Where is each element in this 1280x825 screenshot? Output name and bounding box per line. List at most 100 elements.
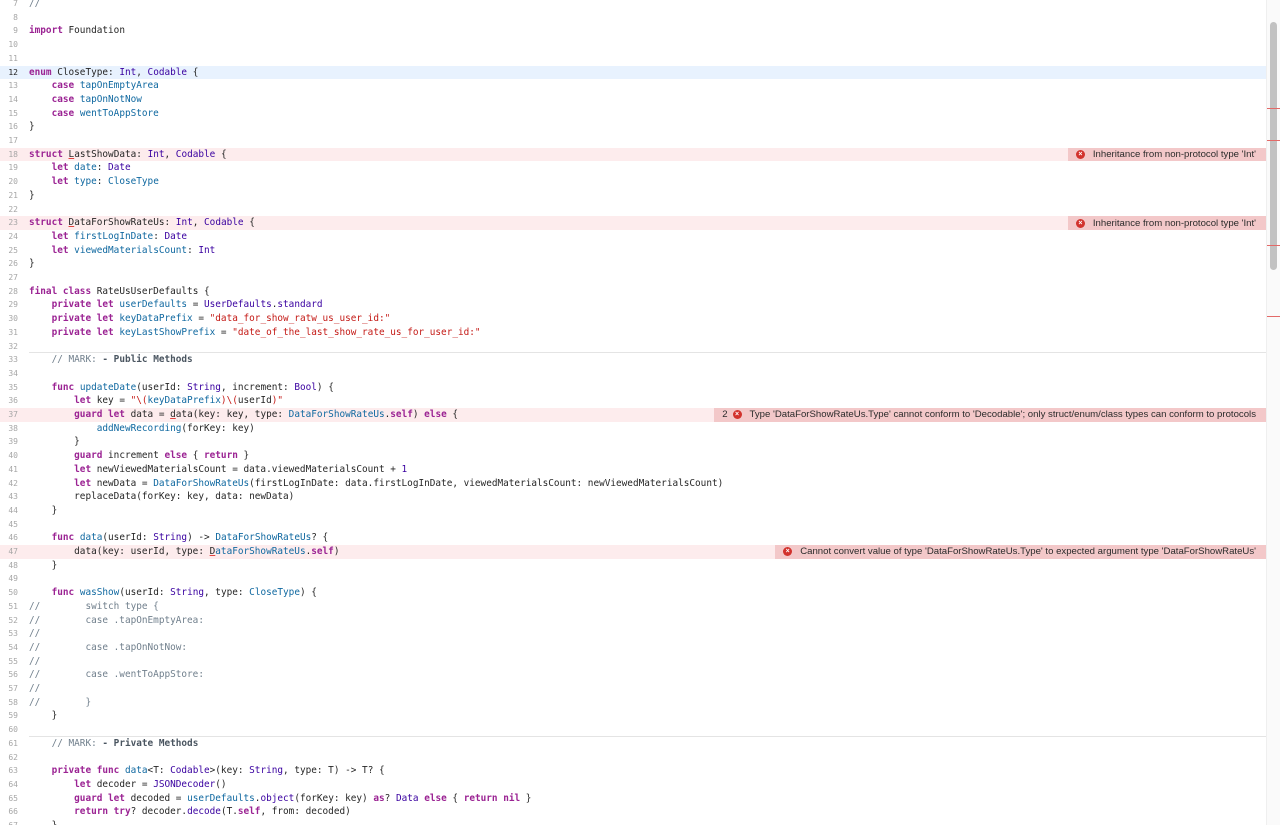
code-token: addNewRecording <box>96 422 182 434</box>
code-token: (forKey: key) <box>294 792 374 804</box>
code-line[interactable]: 44 } <box>0 504 1266 518</box>
code-line[interactable]: 29 private let userDefaults = UserDefaul… <box>0 298 1266 312</box>
code-line[interactable]: 65 guard let decoded = userDefaults.obje… <box>0 792 1266 806</box>
mark-separator <box>29 735 1266 737</box>
code-editor[interactable]: 7//8 9 import Foundation 10 11 12 enum CloseTy… <box>0 0 1266 825</box>
code-token: viewedMaterialsCount <box>74 244 188 256</box>
code-line[interactable]: 21} <box>0 189 1266 203</box>
code-line[interactable]: 67 } <box>0 819 1266 825</box>
code-line[interactable]: 54 // case .tapOnNotNow: <box>0 641 1266 655</box>
code-line[interactable]: 17 <box>0 134 1266 148</box>
code-line[interactable]: 58 // } <box>0 696 1266 710</box>
mark-separator <box>29 352 1266 354</box>
code-token: } <box>29 258 35 270</box>
code-line[interactable]: 16} <box>0 120 1266 134</box>
issue-badge[interactable]: × Inheritance from non-protocol type 'Int… <box>1067 216 1266 230</box>
code-line[interactable]: 26} <box>0 257 1266 271</box>
code-line[interactable]: 15 case wentToAppStore <box>0 107 1266 121</box>
code-line[interactable]: 9 import Foundation <box>0 24 1266 38</box>
code-token: = <box>192 313 210 325</box>
code-line[interactable]: 11 <box>0 52 1266 66</box>
code-token: keyLastShowPrefix <box>119 326 216 338</box>
code-line[interactable]: 34 <box>0 367 1266 381</box>
code-token: "\( <box>130 395 148 407</box>
code-line[interactable]: 13 case tapOnEmptyArea <box>0 79 1266 93</box>
code-line[interactable]: 50 func wasShow(userId: String, type: Cl… <box>0 586 1266 600</box>
code-line[interactable]: 46 func data(userId: String) -> DataForS… <box>0 531 1266 545</box>
code-line[interactable]: 59 } <box>0 709 1266 723</box>
code-line[interactable]: 28 final class RateUsUserDefaults { <box>0 285 1266 299</box>
code-line[interactable]: 51 // switch type { <box>0 600 1266 614</box>
code-line[interactable]: 42 let newData = DataForShowRateUs(first… <box>0 477 1266 491</box>
code-line[interactable]: 12 enum CloseType: Int, Codable { <box>0 65 1266 80</box>
scrollbar-error-marker <box>1267 245 1280 246</box>
line-number: 13 <box>8 81 18 91</box>
issue-badge[interactable]: × Cannot convert value of type 'DataForSh… <box>775 545 1266 559</box>
code-token: // switch type { <box>29 600 159 612</box>
code-token: (userId: <box>102 532 154 544</box>
code-line[interactable]: 66 return try? decoder.decode(T.self, fr… <box>0 805 1266 819</box>
code-line[interactable]: 22 <box>0 203 1266 217</box>
line-number: 59 <box>8 711 18 721</box>
code-line[interactable]: 49 <box>0 572 1266 586</box>
code-token: replaceData(forKey: key, data: newData) <box>29 491 295 503</box>
code-line[interactable]: 20 let type: CloseType <box>0 175 1266 189</box>
code-line[interactable]: 30 private let keyDataPrefix = "data_for… <box>0 312 1266 326</box>
code-line[interactable]: 52 // case .tapOnEmptyArea: <box>0 614 1266 628</box>
code-token: guard let <box>74 792 125 804</box>
code-line[interactable]: 41 let newViewedMaterialsCount = data.vi… <box>0 463 1266 477</box>
line-number: 10 <box>8 40 18 50</box>
code-token: () <box>215 778 227 790</box>
code-token: } <box>29 189 35 201</box>
code-line[interactable]: 24 let firstLogInDate: Date <box>0 230 1266 244</box>
scrollbar-error-marker <box>1267 108 1280 109</box>
code-line[interactable]: 60 <box>0 723 1266 737</box>
code-line[interactable]: 56 // case .wentToAppStore: <box>0 668 1266 682</box>
code-line[interactable]: 19 let date: Date <box>0 161 1266 175</box>
code-text: // <box>29 682 40 696</box>
code-token: Data <box>395 792 419 804</box>
code-line[interactable]: 45 <box>0 518 1266 532</box>
code-line[interactable]: 53 // <box>0 627 1266 641</box>
issue-badge[interactable]: 2 × Type 'DataForShowRateUs.Type' cannot c… <box>714 408 1266 422</box>
code-line[interactable]: 36 let key = "\(keyDataPrefix)\(userId)" <box>0 394 1266 408</box>
code-token: (T. <box>220 806 238 818</box>
line-number: 54 <box>8 642 18 652</box>
code-line[interactable]: 27 <box>0 271 1266 285</box>
code-token: : <box>187 244 199 256</box>
code-line[interactable]: 35 func updateDate(userId: String, incre… <box>0 381 1266 395</box>
code-line[interactable]: 10 <box>0 38 1266 52</box>
code-line[interactable]: 25 let viewedMaterialsCount: Int <box>0 244 1266 258</box>
code-line[interactable]: 62 <box>0 751 1266 765</box>
code-line[interactable]: 43 replaceData(forKey: key, data: newDat… <box>0 490 1266 504</box>
code-line[interactable]: 7 // <box>0 0 1266 11</box>
code-line[interactable]: 38 addNewRecording(forKey: key) <box>0 422 1266 436</box>
code-line[interactable]: 57 // <box>0 682 1266 696</box>
issue-badge[interactable]: × Inheritance from non-protocol type 'Int… <box>1067 147 1266 162</box>
issue-message: Type 'DataForShowRateUs.Type' cannot con… <box>749 409 1256 421</box>
code-line[interactable]: 14 case tapOnNotNow <box>0 93 1266 107</box>
code-line[interactable]: 8 <box>0 11 1266 25</box>
code-token: userId <box>237 395 272 407</box>
code-line[interactable]: 64 let decoder = JSONDecoder() <box>0 778 1266 792</box>
error-icon: × <box>1075 218 1085 228</box>
code-token: case <box>51 107 75 119</box>
vertical-scrollbar[interactable] <box>1266 0 1280 825</box>
code-text: final class RateUsUserDefaults { <box>29 285 210 299</box>
code-line[interactable]: 39 } <box>0 435 1266 449</box>
code-line[interactable]: 33 // MARK: - Public Methods <box>0 353 1266 367</box>
code-token: } <box>29 121 35 133</box>
code-token: case <box>51 80 75 92</box>
code-line[interactable]: 31 private let keyLastShowPrefix = "date… <box>0 326 1266 340</box>
code-line[interactable]: 40 guard increment else { return } <box>0 449 1266 463</box>
scrollbar-thumb[interactable] <box>1270 22 1277 270</box>
code-line[interactable]: 32 <box>0 340 1266 354</box>
code-line[interactable]: 63 private func data<T: Codable>(key: St… <box>0 764 1266 778</box>
line-number: 25 <box>8 245 18 255</box>
code-line[interactable]: 61 // MARK: - Private Methods <box>0 737 1266 751</box>
code-line[interactable]: 48 } <box>0 559 1266 573</box>
code-line[interactable]: 55 // <box>0 655 1266 669</box>
